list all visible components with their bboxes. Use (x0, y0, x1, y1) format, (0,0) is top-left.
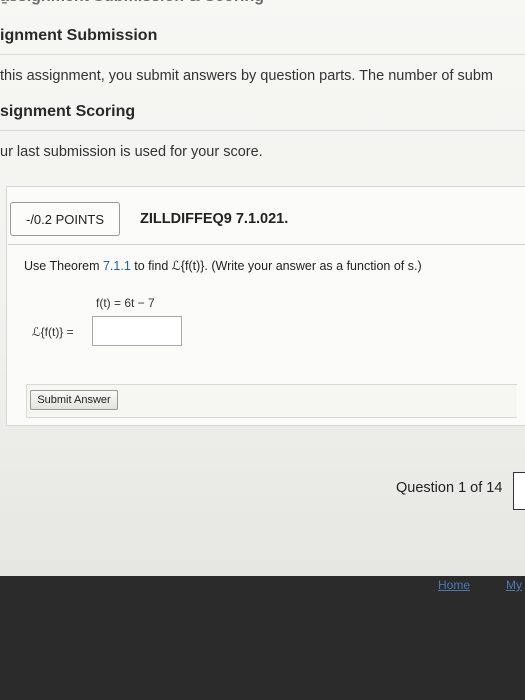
question-id: ZILLDIFFEQ9 7.1.021. (140, 211, 289, 227)
assignment-scoring-text: ur last submission is used for your scor… (0, 144, 263, 160)
question-prompt: Use Theorem 7.1.1 to find ℒ{f(t)}. (Writ… (24, 258, 422, 273)
prompt-suffix: to find ℒ{f(t)}. (Write your answer as a… (130, 259, 422, 273)
question-select[interactable] (513, 472, 525, 510)
question-counter: Question 1 of 14 (396, 480, 503, 496)
divider (0, 130, 525, 131)
divider (8, 244, 525, 245)
points-badge: -/0.2 POINTS (10, 202, 120, 236)
divider (0, 54, 525, 55)
my-link[interactable]: My (506, 578, 522, 592)
submit-answer-button[interactable]: Submit Answer (30, 390, 118, 410)
prompt-prefix: Use Theorem (24, 259, 103, 273)
assignment-submission-text: this assignment, you submit answers by q… (0, 68, 493, 84)
assignment-page: a̱ssignment Submission & Scoring ignment… (0, 0, 525, 576)
cutoff-title-fragment: a̱ssignment Submission & Scoring (0, 0, 264, 6)
assignment-scoring-heading: signment Scoring (0, 103, 136, 120)
function-definition: f(t) = 6t − 7 (96, 296, 155, 310)
answer-input[interactable] (92, 316, 182, 346)
answer-label: ℒ{f(t)} = (32, 325, 74, 339)
assignment-submission-heading: ignment Submission (0, 27, 158, 44)
theorem-link[interactable]: 7.1.1 (103, 259, 131, 273)
home-link[interactable]: Home (438, 578, 470, 592)
